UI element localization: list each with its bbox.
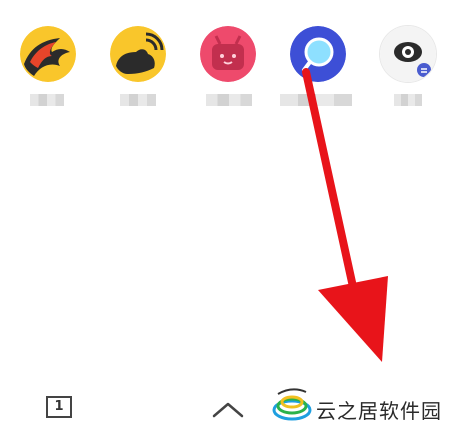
bilibili-tv-app-icon[interactable] bbox=[200, 26, 256, 82]
swirl-logo-icon bbox=[272, 388, 312, 421]
app-item-2[interactable] bbox=[106, 26, 170, 116]
rss-hand-app-icon[interactable] bbox=[110, 26, 166, 82]
app-label-blurred bbox=[120, 94, 156, 106]
app-item-4[interactable] bbox=[280, 26, 352, 116]
bottom-toolbar: 1 云之居软件园 bbox=[0, 378, 461, 430]
watermark-text: 云之居软件园 bbox=[316, 399, 442, 423]
chevron-up-icon[interactable] bbox=[210, 400, 246, 420]
app-label-blurred bbox=[394, 94, 422, 106]
watermark: 云之居软件园 bbox=[272, 386, 457, 426]
app-label-blurred bbox=[280, 94, 352, 106]
app-drawer-screen: 1 云之居软件园 bbox=[0, 0, 461, 430]
fire-app-icon[interactable] bbox=[20, 26, 76, 82]
app-label-blurred bbox=[206, 94, 252, 106]
app-label-blurred bbox=[30, 94, 64, 106]
magnifier-app-icon[interactable] bbox=[290, 26, 346, 82]
app-item-5[interactable] bbox=[376, 26, 440, 116]
tab-count-button[interactable]: 1 bbox=[46, 396, 72, 418]
app-item-3[interactable] bbox=[196, 26, 260, 116]
eye-lens-app-icon[interactable] bbox=[380, 26, 436, 82]
app-item-1[interactable] bbox=[16, 26, 80, 116]
